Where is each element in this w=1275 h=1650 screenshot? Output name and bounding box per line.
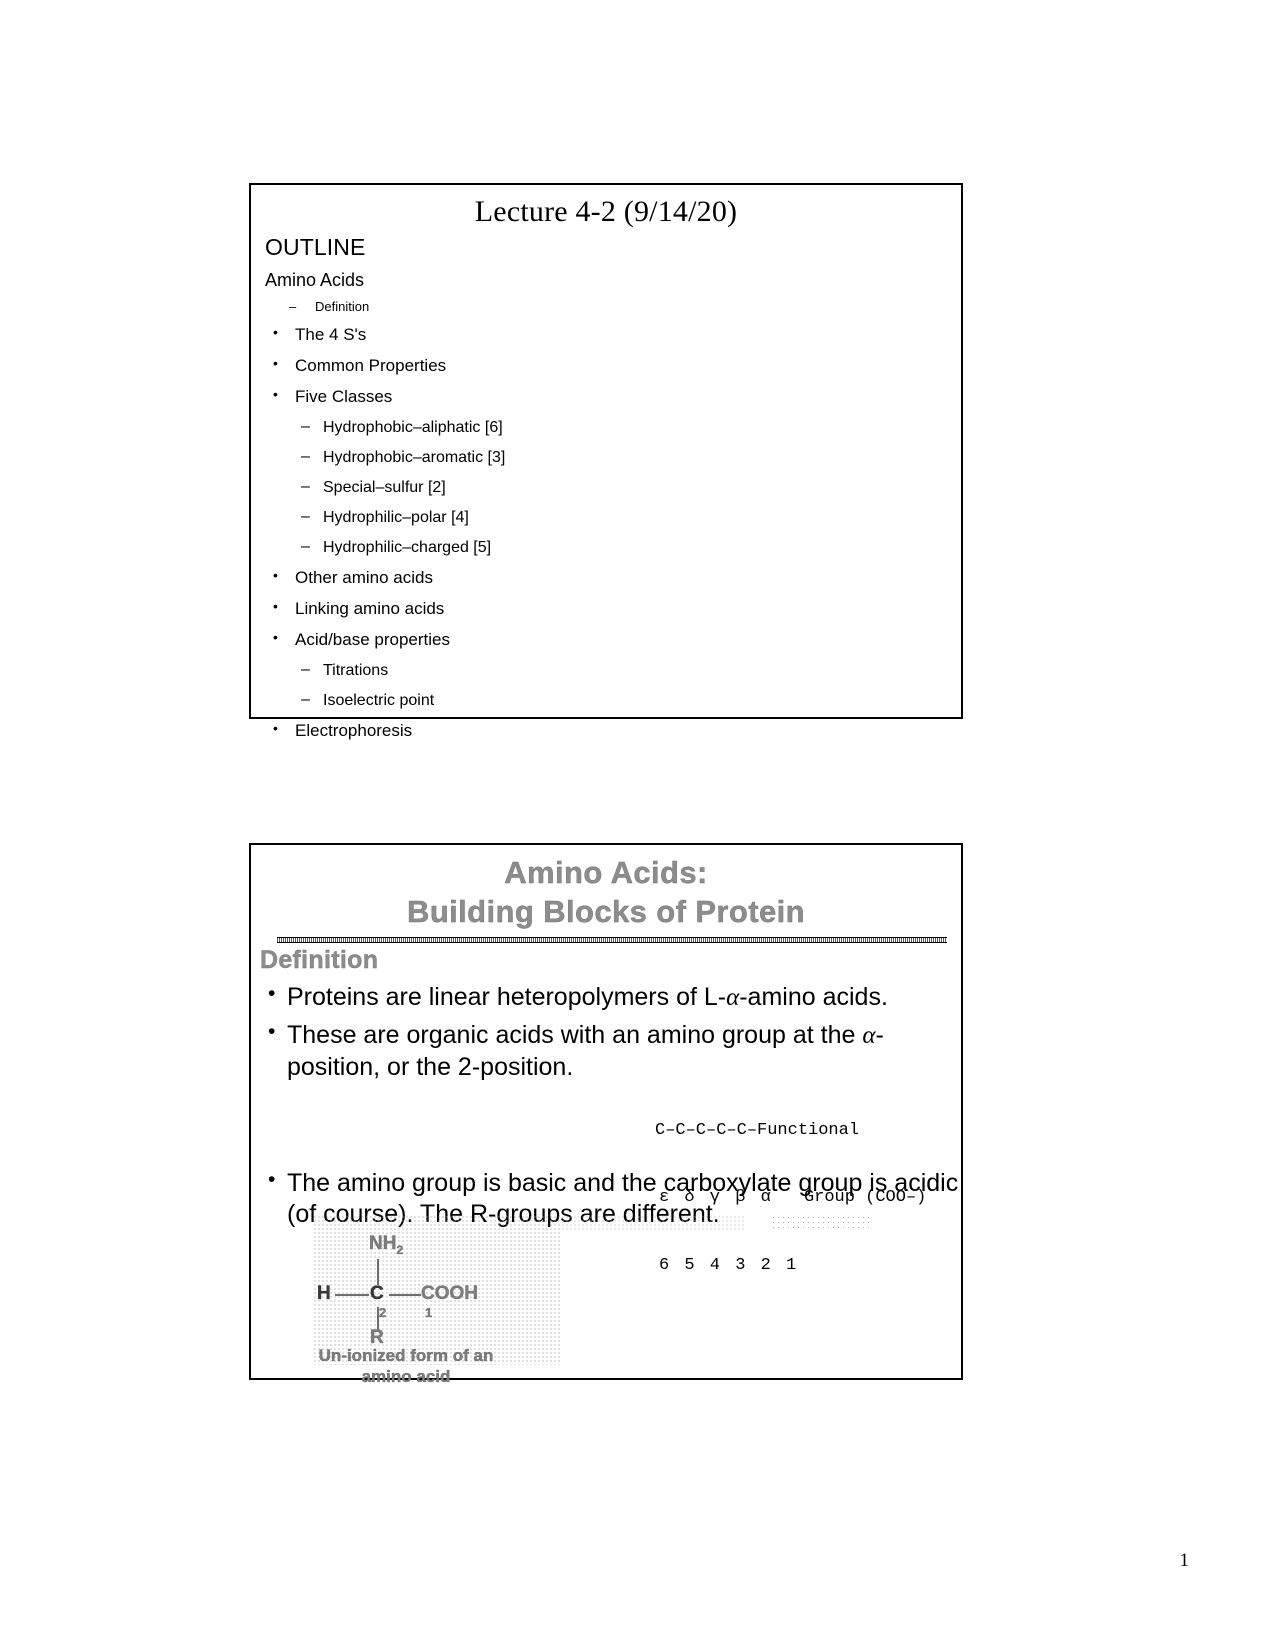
list-item: • Five Classes bbox=[251, 385, 961, 407]
bullet-marker: • bbox=[273, 628, 278, 645]
list-item-label: Hydrophobic–aliphatic [6] bbox=[323, 418, 503, 436]
slide-outline: Lecture 4-2 (9/14/20) OUTLINE Amino Acid… bbox=[249, 183, 963, 740]
bullet-marker: • bbox=[273, 385, 278, 402]
dash-marker: – bbox=[301, 447, 310, 465]
position-number-row: 6 5 4 3 2 1 bbox=[659, 1255, 799, 1275]
amino-group-label: NH2 bbox=[369, 1233, 404, 1257]
bullet-text-part: These are organic acids with an amino gr… bbox=[287, 1021, 863, 1049]
stipple-background-strip bbox=[771, 1215, 871, 1229]
list-item-label: Titrations bbox=[323, 661, 389, 679]
alpha-symbol: α bbox=[862, 1022, 876, 1049]
slide-title-line-2: Building Blocks of Protein bbox=[407, 893, 805, 929]
slide-title-line-1: Amino Acids: bbox=[504, 855, 708, 890]
carboxyl-label: COOH bbox=[421, 1283, 478, 1304]
list-item: – Isoelectric point bbox=[251, 690, 961, 710]
list-item: • The 4 S's bbox=[251, 323, 961, 345]
central-carbon-label: C bbox=[370, 1283, 384, 1304]
bond-horizontal bbox=[335, 1294, 369, 1296]
list-item-label: Hydrophobic–aromatic [3] bbox=[323, 448, 506, 466]
section-heading-amino-acids: Amino Acids bbox=[265, 269, 365, 290]
list-item-label: Hydrophilic–charged [5] bbox=[323, 538, 492, 556]
list-item: – Titrations bbox=[251, 660, 961, 680]
definition-heading: Definition bbox=[260, 945, 379, 974]
dash-marker: – bbox=[301, 537, 310, 555]
list-item-label: Other amino acids bbox=[295, 567, 433, 587]
list-item-label: The 4 S's bbox=[295, 324, 367, 344]
bullet-marker: • bbox=[268, 1020, 276, 1043]
list-item: – Hydrophilic–charged [5] bbox=[251, 537, 961, 557]
list-item: – Hydrophobic–aromatic [3] bbox=[251, 447, 961, 467]
list-item-label: Hydrophilic–polar [4] bbox=[323, 508, 469, 526]
amino-acid-structure-figure: NH2 H C COOH 2 1 R bbox=[313, 1215, 561, 1365]
list-item-label: Special–sulfur [2] bbox=[323, 478, 446, 496]
list-item-label: Common Properties bbox=[295, 355, 447, 375]
structure-caption-line-2: amino acid bbox=[361, 1367, 451, 1387]
carbon-chain-row: C–C–C–C–C–Functional bbox=[655, 1120, 860, 1140]
list-item: – Special–sulfur [2] bbox=[251, 477, 961, 497]
page-number: 1 bbox=[1179, 1550, 1190, 1571]
list-item-label: Acid/base properties bbox=[295, 629, 450, 649]
bullet-text-part: -amino acids. bbox=[739, 982, 888, 1011]
bullet-text-part: Proteins are linear heteropolymers of L- bbox=[287, 982, 727, 1011]
list-item: – Hydrophilic–polar [4] bbox=[251, 507, 961, 527]
dash-marker: – bbox=[301, 507, 310, 525]
alpha-symbol: α bbox=[726, 983, 740, 1011]
outline-heading: OUTLINE bbox=[265, 233, 366, 260]
bullet-marker: • bbox=[273, 354, 278, 371]
bullet-marker: • bbox=[273, 597, 278, 614]
body-bullet: • These are organic acids with an amino … bbox=[251, 1020, 961, 1082]
list-item: – Hydrophobic–aliphatic [6] bbox=[251, 417, 961, 437]
list-item: • Common Properties bbox=[251, 354, 961, 376]
list-item: • Linking amino acids bbox=[251, 597, 961, 619]
carboxyl-position-number: 1 bbox=[425, 1305, 433, 1320]
hydrogen-label: H bbox=[317, 1283, 331, 1304]
structure-caption: Un-ionized form of an amino acid bbox=[271, 1345, 541, 1388]
bond-vertical bbox=[377, 1259, 379, 1285]
bullet-marker: • bbox=[268, 981, 276, 1005]
list-item: • Other amino acids bbox=[251, 566, 961, 588]
lecture-title: Lecture 4-2 (9/14/20) bbox=[474, 195, 738, 228]
slide-amino-acids: Amino Acids: Building Blocks of Protein … bbox=[249, 843, 963, 1386]
body-bullet: • Proteins are linear heteropolymers of … bbox=[251, 982, 961, 1014]
list-item-label: Definition bbox=[315, 298, 370, 314]
list-item-label: Five Classes bbox=[295, 386, 393, 406]
dash-marker: – bbox=[301, 417, 310, 435]
carbon-position-number: 2 bbox=[379, 1305, 387, 1320]
structure-caption-line-1: Un-ionized form of an bbox=[318, 1346, 494, 1365]
bullet-marker: • bbox=[273, 566, 278, 583]
title-divider bbox=[277, 936, 947, 943]
stipple-background-strip bbox=[561, 1215, 746, 1231]
bullet-marker: • bbox=[273, 323, 278, 340]
list-item-label: Linking amino acids bbox=[295, 598, 445, 618]
list-item: – Definition bbox=[251, 299, 961, 314]
list-item-label: Electrophoresis bbox=[295, 720, 413, 740]
dash-marker: – bbox=[301, 690, 310, 708]
bond-horizontal bbox=[389, 1294, 421, 1296]
dash-marker: – bbox=[289, 298, 297, 314]
bullet-marker: • bbox=[273, 719, 278, 736]
bullet-marker: • bbox=[268, 1168, 276, 1191]
dash-marker: – bbox=[301, 477, 310, 495]
slide-title: Amino Acids: Building Blocks of Protein bbox=[251, 854, 961, 932]
list-item-label: Isoelectric point bbox=[323, 691, 435, 709]
dash-marker: – bbox=[301, 660, 310, 678]
list-item: • Acid/base properties bbox=[251, 628, 961, 650]
list-item: • Electrophoresis bbox=[251, 719, 961, 741]
